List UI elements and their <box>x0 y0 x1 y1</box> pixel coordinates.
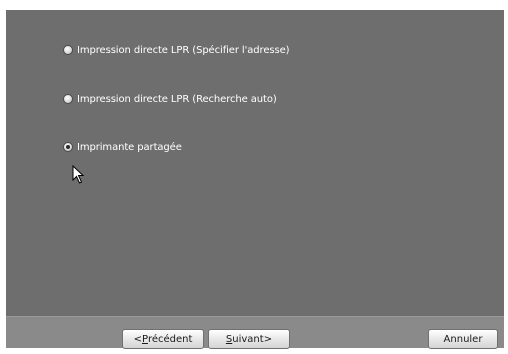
wizard-window: Impression directe LPR (Spécifier l'adre… <box>6 10 504 349</box>
radio-label: Impression directe LPR (Recherche auto) <box>77 93 277 105</box>
wizard-button-bar: < Précédent Suivant > Annuler <box>6 316 504 349</box>
radio-button[interactable] <box>63 45 73 55</box>
radio-option-lpr-auto[interactable]: Impression directe LPR (Recherche auto) <box>63 92 277 106</box>
radio-option-lpr-address[interactable]: Impression directe LPR (Spécifier l'adre… <box>63 43 290 57</box>
back-button[interactable]: < Précédent <box>122 329 204 349</box>
arrow-pointer-icon <box>72 165 85 184</box>
radio-label: Impression directe LPR (Spécifier l'adre… <box>77 44 290 56</box>
cancel-button[interactable]: Annuler <box>428 329 498 349</box>
radio-option-shared-printer[interactable]: Imprimante partagée <box>63 140 182 154</box>
radio-label: Imprimante partagée <box>77 141 182 153</box>
connection-type-panel: Impression directe LPR (Spécifier l'adre… <box>6 10 504 316</box>
next-button[interactable]: Suivant > <box>208 329 290 349</box>
radio-button[interactable] <box>63 94 73 104</box>
radio-button-selected[interactable] <box>63 142 73 152</box>
